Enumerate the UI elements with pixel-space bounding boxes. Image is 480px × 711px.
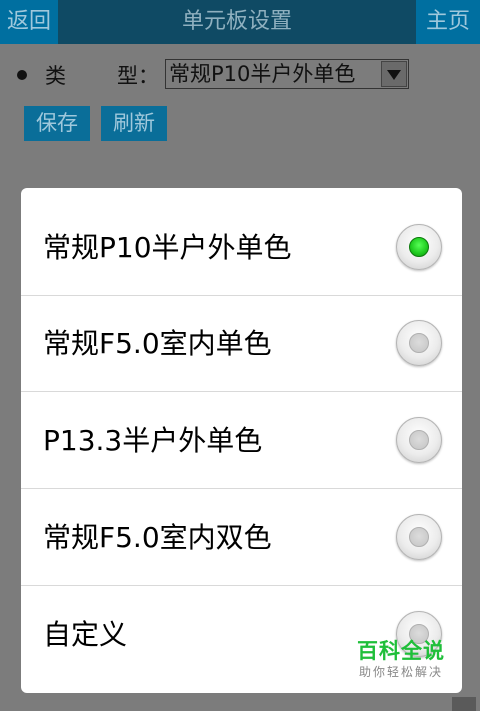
option-label: 常规P10半户外单色 — [43, 231, 292, 264]
screen: 返回 单元板设置 主页 类 型： 常规P10半户外单色 保存 刷新 常规P10半… — [0, 0, 480, 711]
save-button[interactable]: 保存 — [24, 106, 90, 141]
corner-arrow-icon — [452, 697, 476, 711]
radio-button-selected[interactable] — [396, 224, 442, 270]
radio-dot-icon — [409, 333, 429, 353]
dropdown-arrow-icon[interactable] — [381, 61, 407, 87]
option-item[interactable]: 常规P10半户外单色 — [21, 200, 462, 296]
watermark-sub: 助你轻松解决 — [358, 665, 443, 679]
top-bar: 返回 单元板设置 主页 — [0, 0, 480, 44]
option-item[interactable]: P13.3半户外单色 — [21, 393, 462, 489]
radio-dot-icon — [409, 430, 429, 450]
radio-dot-icon — [409, 527, 429, 547]
option-item[interactable]: 常规F5.0室内单色 — [21, 296, 462, 392]
radio-button[interactable] — [396, 417, 442, 463]
refresh-button[interactable]: 刷新 — [101, 106, 167, 141]
home-button[interactable]: 主页 — [416, 0, 480, 44]
type-select-value: 常规P10半户外单色 — [169, 62, 356, 86]
option-item[interactable]: 常规F5.0室内双色 — [21, 490, 462, 586]
type-picker-dialog: 常规P10半户外单色 常规F5.0室内单色 P13.3半户外单色 常规F5.0室… — [21, 188, 462, 693]
type-select[interactable]: 常规P10半户外单色 — [165, 59, 409, 89]
type-label-part1: 类 — [45, 64, 66, 88]
watermark-main: 百科全说 — [357, 639, 445, 663]
bullet-icon — [17, 70, 27, 80]
page-title: 单元板设置 — [181, 9, 292, 34]
type-row: 类 型： 常规P10半户外单色 — [0, 56, 480, 96]
back-button[interactable]: 返回 — [0, 0, 58, 44]
radio-dot-icon — [409, 237, 429, 257]
option-label: P13.3半户外单色 — [43, 424, 263, 457]
option-label: 常规F5.0室内双色 — [43, 521, 272, 554]
watermark-logo: 百科全说 助你轻松解决 — [349, 638, 453, 680]
radio-button[interactable] — [396, 320, 442, 366]
radio-button[interactable] — [396, 514, 442, 560]
option-label: 自定义 — [43, 618, 128, 651]
option-label: 常规F5.0室内单色 — [43, 327, 272, 360]
type-label-part2: 型： — [117, 64, 159, 88]
